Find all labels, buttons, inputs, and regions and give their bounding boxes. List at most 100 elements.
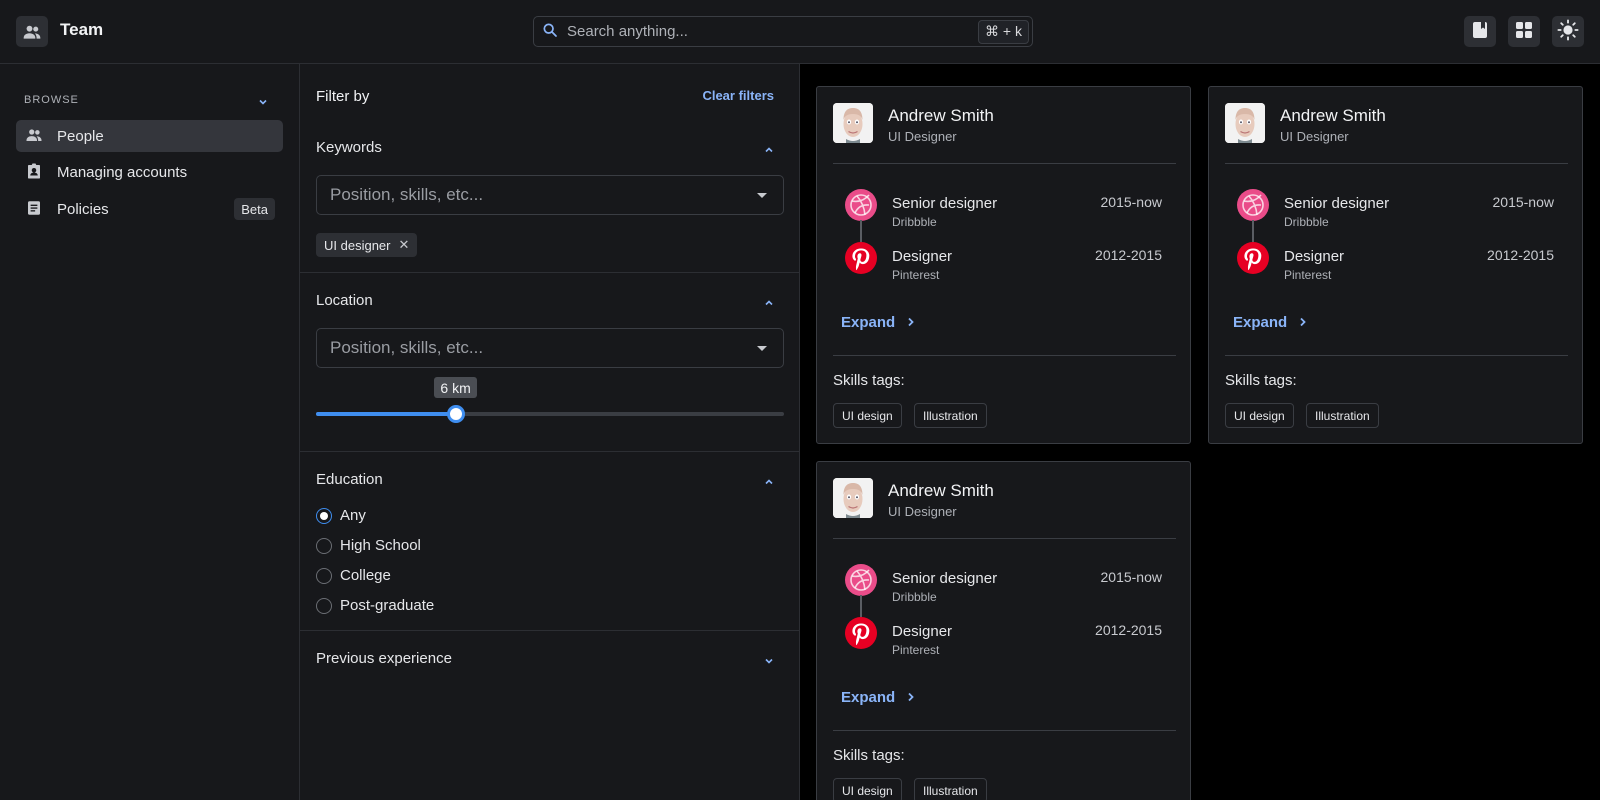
dribbble-icon	[845, 189, 877, 221]
avatar[interactable]	[833, 103, 873, 143]
grid-icon	[1515, 21, 1533, 42]
chevron-up-icon[interactable]	[764, 295, 774, 311]
sun-icon	[1557, 19, 1579, 44]
job-dates: 2015-now	[1100, 569, 1163, 585]
chevron-down-icon[interactable]	[258, 94, 268, 110]
skills-label: Skills tags:	[1225, 372, 1297, 389]
job-title: Designer	[1284, 248, 1345, 265]
profile-card: Andrew Smith UI Designer Senior designer…	[816, 86, 1191, 444]
expand-label: Expand	[841, 314, 896, 331]
job-company: Pinterest	[892, 268, 940, 282]
job-title: Senior designer	[892, 195, 998, 212]
radio-label: Post-graduate	[340, 597, 435, 614]
radio-label: College	[340, 567, 391, 584]
job-company: Pinterest	[892, 643, 940, 657]
location-section-title[interactable]: Location	[316, 292, 373, 309]
radio-label: Any	[340, 507, 366, 524]
sidebar-item-label: People	[57, 127, 104, 145]
card-divider	[833, 730, 1176, 731]
location-select[interactable]: Position, skills, etc...	[316, 328, 784, 368]
skill-tag[interactable]: Illustration	[1306, 403, 1379, 428]
caret-down-icon	[757, 345, 767, 351]
people-icon[interactable]	[16, 16, 48, 47]
search-input[interactable]: Search anything...	[567, 23, 978, 40]
expand-label: Expand	[1233, 314, 1288, 331]
job-title: Designer	[892, 248, 953, 265]
clear-filters-link[interactable]: Clear filters	[702, 88, 774, 103]
timeline-connector	[1252, 220, 1254, 242]
job-dates: 2012-2015	[1487, 247, 1554, 263]
skill-tag[interactable]: UI design	[833, 778, 902, 800]
job-dates: 2012-2015	[1095, 247, 1162, 263]
bookmark-icon	[1472, 21, 1488, 42]
distance-slider-track[interactable]	[316, 412, 784, 416]
chevron-right-icon	[895, 314, 915, 331]
card-divider	[1225, 355, 1568, 356]
person-role: UI Designer	[888, 504, 957, 519]
radio-button[interactable]	[316, 537, 332, 554]
app-title: Team	[60, 20, 104, 39]
education-option-high-school[interactable]: High School	[316, 537, 421, 554]
chevron-up-icon[interactable]	[764, 474, 774, 490]
job-company: Dribbble	[892, 215, 937, 229]
card-divider	[833, 163, 1176, 164]
expand-button[interactable]: Expand	[841, 689, 915, 706]
education-option-post-graduate[interactable]: Post-graduate	[316, 597, 434, 614]
education-section-title[interactable]: Education	[316, 471, 383, 488]
search-bar[interactable]: Search anything... ⌘ + k	[533, 16, 1033, 47]
sidebar-item-people[interactable]: People	[16, 120, 283, 152]
skill-tag[interactable]: UI design	[833, 403, 902, 428]
search-shortcut: ⌘ + k	[978, 19, 1029, 44]
keywords-section-title[interactable]: Keywords	[316, 139, 382, 156]
chevron-up-icon[interactable]	[764, 142, 774, 158]
person-role: UI Designer	[1280, 129, 1349, 144]
search-icon	[542, 22, 558, 41]
pinterest-icon	[1237, 242, 1269, 274]
location-select-placeholder: Position, skills, etc...	[330, 338, 484, 357]
person-name[interactable]: Andrew Smith	[888, 106, 994, 126]
skills-label: Skills tags:	[833, 747, 905, 764]
expand-button[interactable]: Expand	[1233, 314, 1307, 331]
person-name[interactable]: Andrew Smith	[1280, 106, 1386, 126]
pinterest-icon	[845, 242, 877, 274]
education-option-any[interactable]: Any	[316, 507, 366, 524]
job-dates: 2015-now	[1492, 194, 1555, 210]
grid-view-button[interactable]	[1508, 16, 1540, 47]
chevron-right-icon	[895, 689, 915, 706]
person-role: UI Designer	[888, 129, 957, 144]
caret-down-icon	[757, 192, 767, 198]
avatar[interactable]	[1225, 103, 1265, 143]
timeline-connector	[860, 595, 862, 617]
sidebar-item-managing-accounts[interactable]: Managing accounts	[16, 156, 283, 188]
skill-tag[interactable]: Illustration	[914, 403, 987, 428]
job-company: Dribbble	[892, 590, 937, 604]
keywords-select[interactable]: Position, skills, etc...	[316, 175, 784, 215]
timeline-connector	[860, 220, 862, 242]
expand-button[interactable]: Expand	[841, 314, 915, 331]
close-icon[interactable]: ✕	[398, 237, 409, 253]
chevron-right-icon	[1287, 314, 1307, 331]
profile-card: Andrew Smith UI Designer Senior designer…	[1208, 86, 1583, 444]
radio-button[interactable]	[316, 507, 332, 524]
previous-experience-section-title[interactable]: Previous experience	[316, 650, 452, 667]
skill-tag[interactable]: Illustration	[914, 778, 987, 800]
skill-tag[interactable]: UI design	[1225, 403, 1294, 428]
job-dates: 2015-now	[1100, 194, 1163, 210]
job-title: Designer	[892, 623, 953, 640]
browse-section-label: BROWSE	[24, 94, 79, 106]
person-name[interactable]: Andrew Smith	[888, 481, 994, 501]
section-divider	[300, 630, 800, 631]
profile-card: Andrew Smith UI Designer Senior designer…	[816, 461, 1191, 800]
radio-button[interactable]	[316, 597, 332, 614]
sidebar-item-policies[interactable]: Policies Beta	[16, 193, 283, 225]
education-option-college[interactable]: College	[316, 567, 391, 584]
avatar[interactable]	[833, 478, 873, 518]
radio-button[interactable]	[316, 567, 332, 584]
expand-label: Expand	[841, 689, 896, 706]
bookmark-button[interactable]	[1464, 16, 1496, 47]
radio-label: High School	[340, 537, 421, 554]
distance-slider-thumb[interactable]	[447, 405, 466, 423]
chevron-down-icon[interactable]	[764, 653, 774, 669]
filter-panel: Filter by Clear filters Keywords Positio…	[300, 64, 800, 800]
theme-toggle-button[interactable]	[1552, 16, 1584, 47]
